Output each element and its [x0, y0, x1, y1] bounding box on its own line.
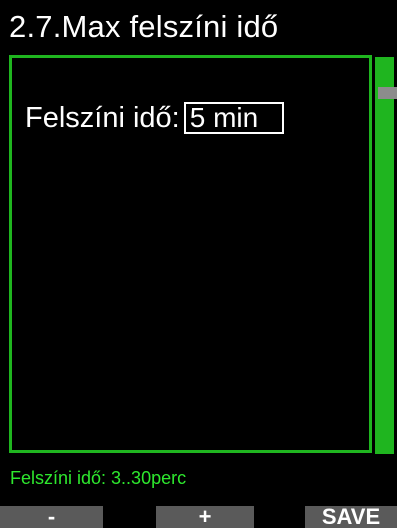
- surface-time-value-field[interactable]: 5 min: [183, 102, 284, 134]
- settings-panel: Felszíni idő: 5 min: [9, 55, 372, 453]
- surface-time-row[interactable]: Felszíni idő: 5 min: [25, 98, 284, 138]
- softkey-bar: - + SAVE: [0, 500, 397, 528]
- page-title: 2.7.Max felszíni idő: [9, 9, 279, 44]
- surface-time-label: Felszíni idő:: [25, 101, 180, 134]
- increase-button[interactable]: +: [156, 506, 254, 528]
- save-button[interactable]: SAVE: [305, 506, 397, 528]
- range-hint: Felszíni idő: 3..30perc: [10, 468, 187, 488]
- decrease-button[interactable]: -: [0, 506, 103, 528]
- title-bar: 2.7.Max felszíni idő: [0, 0, 397, 52]
- scrollbar-track[interactable]: [375, 57, 394, 454]
- scrollbar-thumb[interactable]: [378, 87, 397, 99]
